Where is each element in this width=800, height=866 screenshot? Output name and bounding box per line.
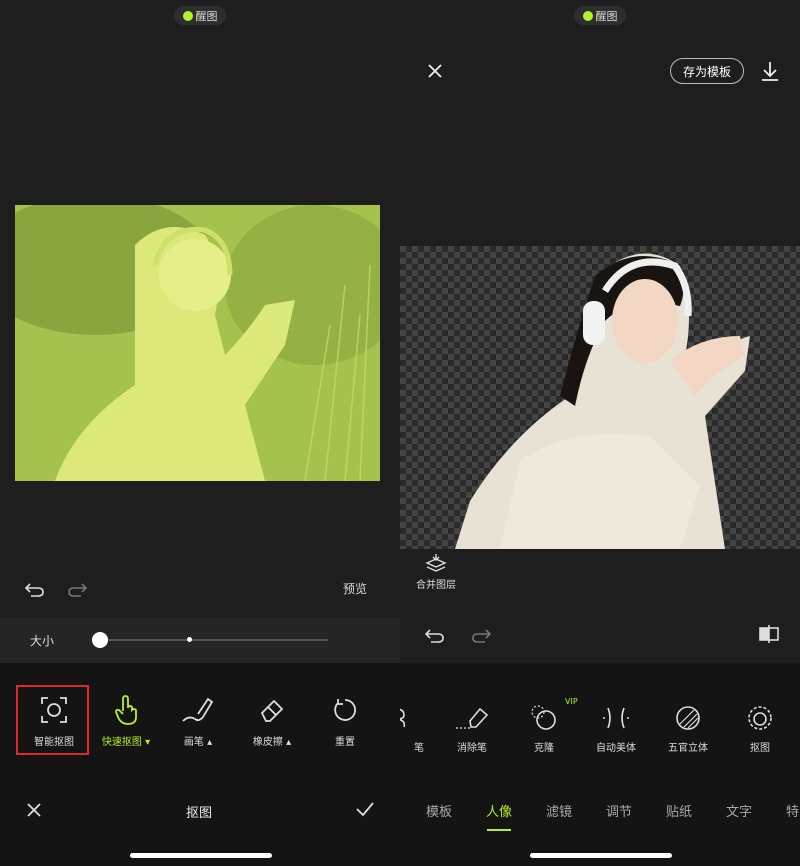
tool-face-3d[interactable]: 五官立体 <box>656 703 720 754</box>
tool-reset[interactable]: 重置 <box>310 693 380 748</box>
right-editor-panel: 醒图 存为模板 合并图层 笔 消除笔 克隆 VIP 自动美体 五官立体 抠图 模… <box>400 0 800 866</box>
tab-sticker[interactable]: 贴纸 <box>666 801 692 820</box>
eraser-icon <box>237 693 307 727</box>
vip-badge: VIP <box>565 697 578 706</box>
tool-label: 消除笔 <box>457 743 487 754</box>
size-slider-track[interactable] <box>100 639 328 641</box>
tool-clone[interactable]: 克隆 <box>512 703 576 754</box>
merge-layers-button[interactable]: 合并图层 <box>412 553 460 591</box>
tab-text[interactable]: 文字 <box>726 801 752 820</box>
hand-tap-icon <box>91 693 161 727</box>
cutout-icon <box>728 703 792 733</box>
tab-adjust[interactable]: 调节 <box>606 801 632 820</box>
app-badge: 醒图 <box>574 6 626 25</box>
undo-icon[interactable] <box>422 624 448 646</box>
size-slider-thumb[interactable] <box>92 632 108 648</box>
tab-portrait[interactable]: 人像 <box>486 801 512 820</box>
app-name: 醒图 <box>195 9 218 23</box>
compare-icon[interactable] <box>758 624 780 648</box>
tool-quick-cutout[interactable]: 快速抠图 ▾ <box>91 693 161 748</box>
app-badge: 醒图 <box>174 6 226 25</box>
bottom-action-bar: 抠图 <box>0 790 400 830</box>
cutout-preview-image[interactable] <box>15 205 380 481</box>
tool-label: 五官立体 <box>668 743 708 754</box>
auto-body-icon <box>584 703 648 733</box>
save-template-button[interactable]: 存为模板 <box>670 58 744 84</box>
tool-brush-partial[interactable]: 笔 <box>400 703 434 754</box>
merge-label: 合并图层 <box>416 580 456 591</box>
tool-label: 重置 <box>335 737 355 748</box>
confirm-check-icon[interactable] <box>355 800 375 822</box>
download-icon[interactable] <box>761 60 779 86</box>
layers-icon <box>412 553 460 576</box>
tool-eraser[interactable]: 橡皮擦 ▴ <box>237 693 307 748</box>
left-editor-panel: 醒图 预览 大小 智能抠图 快速抠图 ▾ 画笔 ▴ 橡皮擦 ▴ 重置 抠图 <box>0 0 400 866</box>
tool-label: 橡皮擦 ▴ <box>252 737 292 748</box>
tool-brush[interactable]: 画笔 ▴ <box>163 693 233 748</box>
slider-tick <box>187 637 192 642</box>
retouch-toolbar: 笔 消除笔 克隆 VIP 自动美体 五官立体 抠图 模板 人像 滤镜 调节 贴纸… <box>400 663 800 866</box>
portrait-photo <box>15 205 380 481</box>
cutout-portrait <box>455 253 750 549</box>
tool-label: 画笔 ▴ <box>183 737 213 748</box>
tool-label: 抠图 <box>750 743 770 754</box>
tool-label: 笔 <box>414 743 424 754</box>
close-icon[interactable] <box>427 63 443 83</box>
tool-label: 快速抠图 ▾ <box>101 737 151 748</box>
redo-icon[interactable] <box>64 578 90 600</box>
redo-icon[interactable] <box>468 624 494 646</box>
brush-icon <box>163 693 233 727</box>
tool-eraser-pen[interactable]: 消除笔 <box>440 703 504 754</box>
tool-auto-body[interactable]: 自动美体 <box>584 703 648 754</box>
close-icon[interactable] <box>26 802 42 822</box>
active-tab-indicator <box>487 829 511 831</box>
clone-icon <box>512 703 576 733</box>
tool-cutout[interactable]: 抠图 <box>728 703 792 754</box>
home-indicator <box>530 853 672 858</box>
tool-label: 克隆 <box>534 743 554 754</box>
undo-redo-group <box>22 578 90 600</box>
app-name: 醒图 <box>595 9 618 23</box>
tool-label: 自动美体 <box>596 743 636 754</box>
top-action-bar: 存为模板 <box>400 58 800 84</box>
brush-size-control: 大小 <box>0 617 400 663</box>
undo-icon[interactable] <box>22 578 48 600</box>
tab-filter[interactable]: 滤镜 <box>546 801 572 820</box>
app-logo-icon <box>582 10 593 21</box>
bottom-title: 抠图 <box>186 806 213 821</box>
brush-partial-icon <box>400 703 434 733</box>
home-indicator <box>130 853 272 858</box>
eraser-pen-icon <box>440 703 504 733</box>
cutout-result-canvas[interactable] <box>400 246 800 549</box>
category-tabs: 模板 人像 滤镜 调节 贴纸 文字 特 <box>400 801 800 831</box>
reset-icon <box>310 693 380 727</box>
app-logo-icon <box>182 10 193 21</box>
face-3d-icon <box>656 703 720 733</box>
tab-template[interactable]: 模板 <box>426 801 452 820</box>
selected-tool-highlight <box>16 685 89 755</box>
size-label: 大小 <box>30 634 55 648</box>
tab-effects-partial[interactable]: 特 <box>786 801 799 820</box>
preview-button[interactable]: 预览 <box>343 580 367 597</box>
undo-redo-group <box>422 624 494 646</box>
